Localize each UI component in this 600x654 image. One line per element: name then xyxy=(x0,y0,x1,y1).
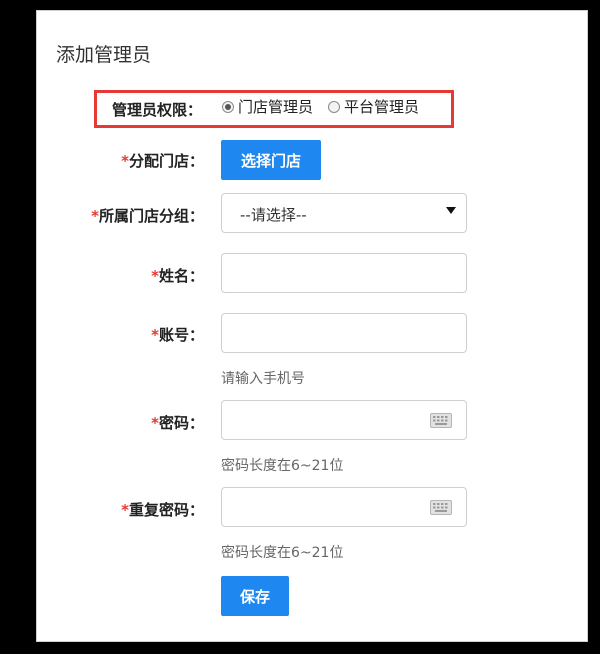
group-select[interactable]: --请选择-- xyxy=(221,193,467,233)
permission-label: 管理员权限： xyxy=(111,101,202,119)
chevron-down-icon xyxy=(446,207,456,214)
group-select-value: --请选择-- xyxy=(240,206,307,224)
account-hint: 请输入手机号 xyxy=(221,371,305,387)
required-mark: * xyxy=(121,152,129,170)
save-button[interactable]: 保存 xyxy=(221,576,289,616)
group-label-text: 所属门店分组： xyxy=(98,207,204,225)
required-mark: * xyxy=(121,501,129,519)
repeat-password-label-text: 重复密码： xyxy=(128,501,204,519)
name-label-text: 姓名： xyxy=(158,267,204,285)
radio-platform-admin-label: 平台管理员 xyxy=(344,98,420,116)
radio-circle-checked-icon xyxy=(222,100,234,113)
account-label: *账号： xyxy=(4,324,204,345)
name-label: *姓名： xyxy=(4,265,204,286)
radio-store-admin[interactable]: 门店管理员 xyxy=(222,96,313,117)
account-label-text: 账号： xyxy=(158,326,204,344)
repeat-password-input[interactable] xyxy=(221,487,467,527)
required-mark: * xyxy=(151,326,159,344)
group-label: *所属门店分组： xyxy=(4,205,204,226)
page-title: 添加管理员 xyxy=(56,44,152,66)
keyboard-icon[interactable] xyxy=(430,500,452,515)
required-mark: * xyxy=(151,267,159,285)
keyboard-icon[interactable] xyxy=(430,413,452,428)
password-label: *密码： xyxy=(4,412,204,433)
required-mark: * xyxy=(91,207,99,225)
radio-platform-admin[interactable]: 平台管理员 xyxy=(328,96,419,117)
radio-store-admin-label: 门店管理员 xyxy=(238,98,314,116)
account-input[interactable] xyxy=(221,313,467,353)
password-hint: 密码长度在6~21位 xyxy=(221,458,344,474)
password-input[interactable] xyxy=(221,400,467,440)
name-input[interactable] xyxy=(221,253,467,293)
required-mark: * xyxy=(151,414,159,432)
repeat-password-label: *重复密码： xyxy=(4,499,204,520)
password-label-text: 密码： xyxy=(158,414,204,432)
repeat-password-hint: 密码长度在6~21位 xyxy=(221,545,344,561)
radio-circle-icon xyxy=(328,100,340,113)
select-store-button[interactable]: 选择门店 xyxy=(221,140,321,180)
store-label: *分配门店： xyxy=(4,150,204,171)
store-label-text: 分配门店： xyxy=(128,152,204,170)
